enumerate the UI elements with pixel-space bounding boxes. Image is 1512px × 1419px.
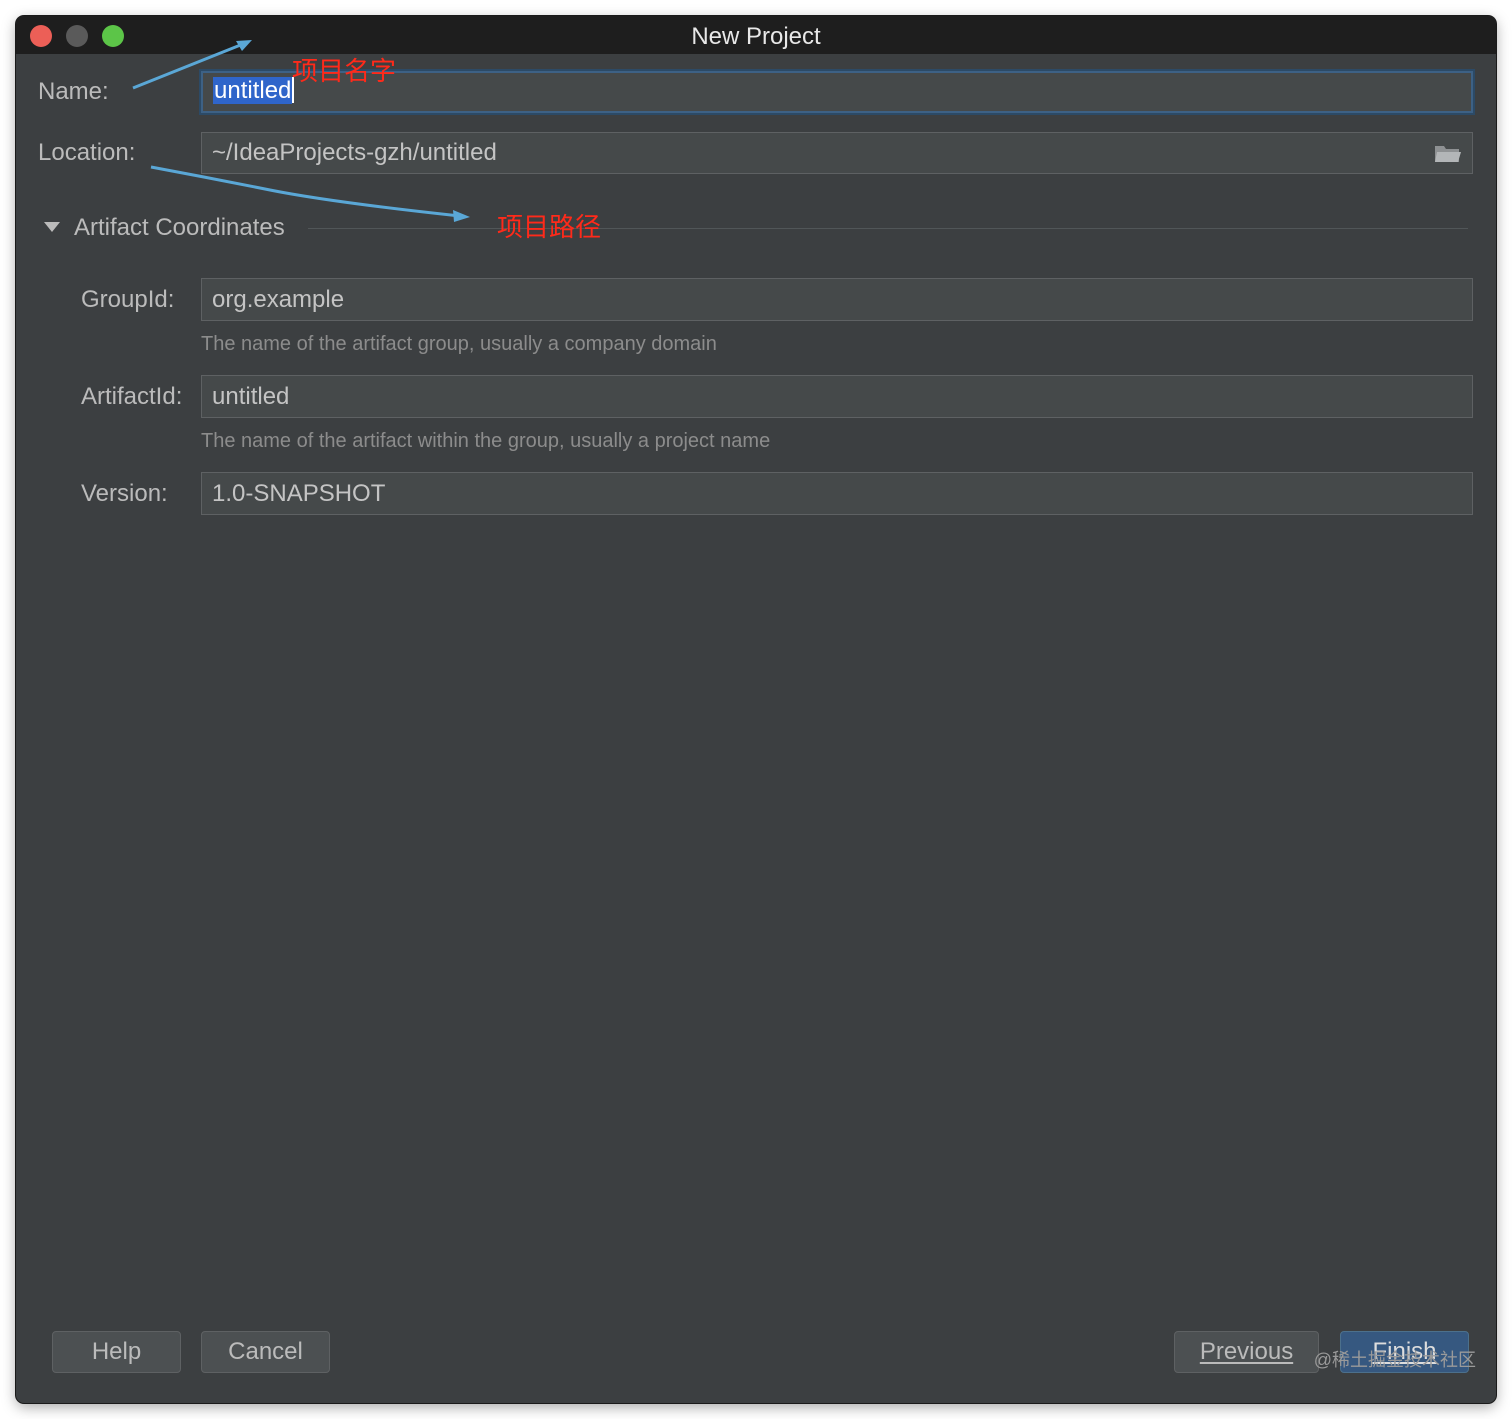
- name-arrow: [132, 42, 244, 90]
- path-arrow: [150, 165, 461, 218]
- watermark: @稀土掘金技术社区: [1313, 1350, 1476, 1370]
- annotation-arrows: [132, 40, 470, 222]
- name-annotation: 项目名字: [292, 56, 397, 86]
- path-arrow-head: [453, 210, 470, 222]
- path-annotation: 项目路径: [497, 212, 602, 242]
